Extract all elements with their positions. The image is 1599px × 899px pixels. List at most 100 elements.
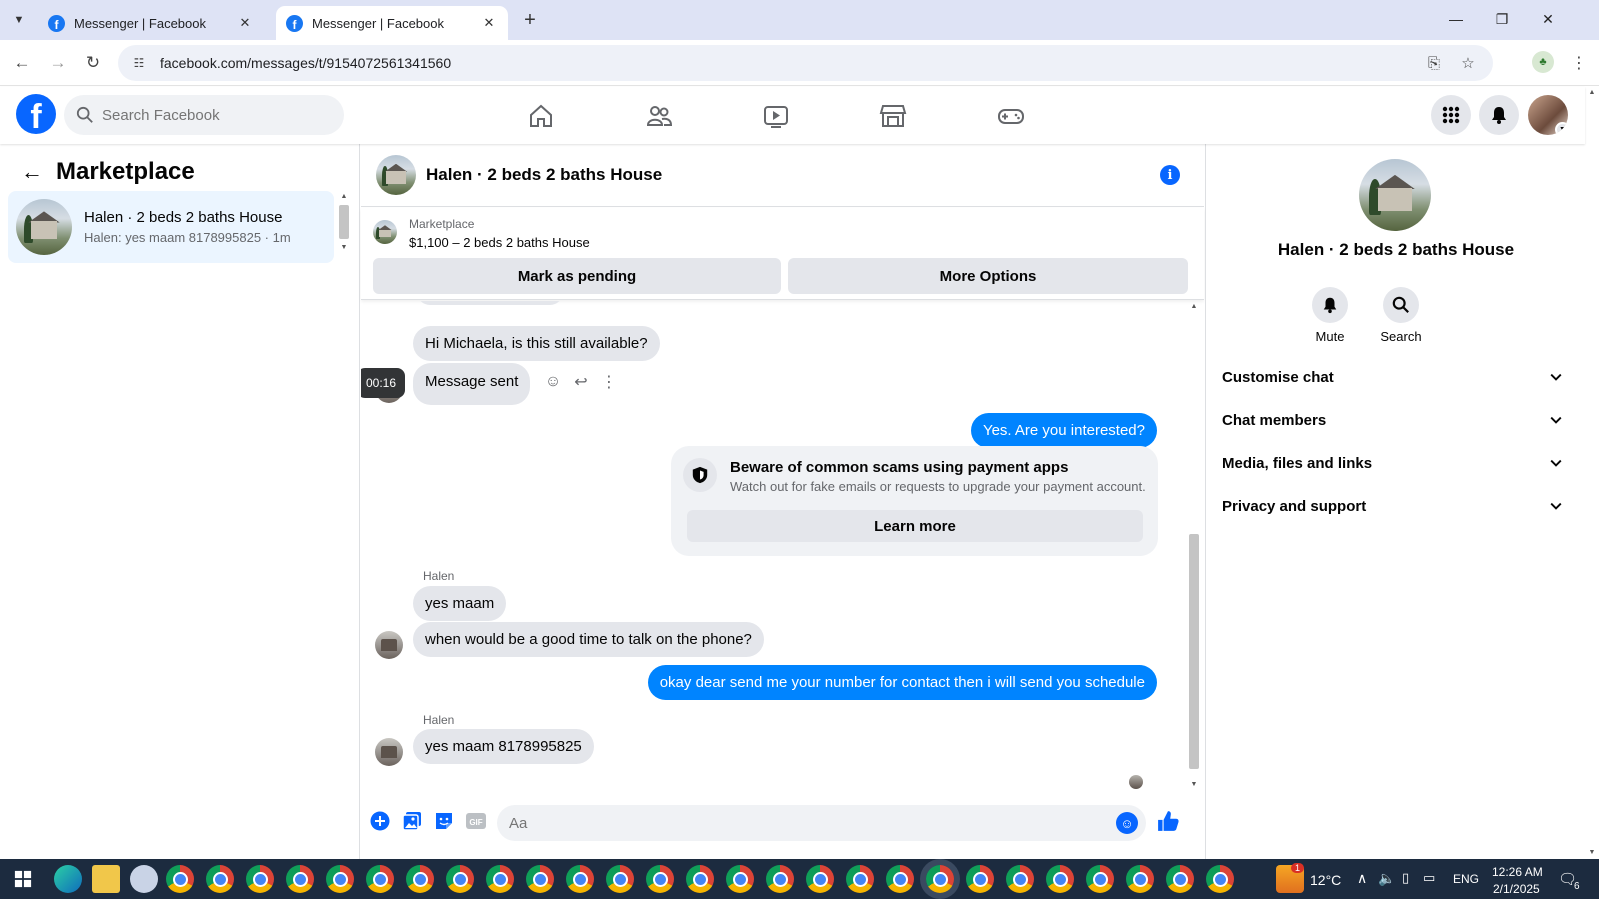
chrome-profile-icon[interactable] [326, 865, 354, 893]
chrome-profile-icon[interactable] [526, 865, 554, 893]
more-options-button[interactable]: More Options [788, 258, 1188, 294]
paint-icon[interactable] [130, 865, 158, 893]
conversations-scrollbar[interactable]: ▲ ▼ [338, 192, 350, 260]
mute-action[interactable]: Mute [1295, 287, 1365, 344]
notifications-button[interactable] [1479, 95, 1519, 135]
chrome-profile-icon[interactable] [606, 865, 634, 893]
nav-home[interactable] [485, 93, 597, 139]
chrome-profile-icon[interactable] [486, 865, 514, 893]
close-window-icon[interactable]: ✕ [1525, 0, 1571, 38]
clock-date[interactable]: 2/1/2025 [1493, 882, 1540, 896]
conversation-item[interactable]: Halen · 2 beds 2 baths House Halen: yes … [8, 191, 334, 263]
details-avatar[interactable] [1359, 159, 1431, 231]
photo-icon[interactable] [400, 809, 424, 833]
message-input[interactable] [509, 814, 1089, 832]
scroll-thumb[interactable] [1189, 534, 1199, 769]
chat-avatar[interactable] [376, 155, 416, 195]
browser-profile-avatar[interactable]: ♣ [1532, 51, 1554, 73]
add-plus-icon[interactable] [368, 809, 392, 833]
scroll-thumb[interactable] [339, 205, 349, 239]
emoji-icon[interactable]: ☺ [1116, 812, 1138, 834]
chrome-profile-icon[interactable] [846, 865, 874, 893]
volume-icon[interactable]: 🔈 [1378, 870, 1395, 887]
chrome-profile-icon[interactable] [566, 865, 594, 893]
scroll-up-icon[interactable]: ▲ [1585, 87, 1599, 99]
search-action[interactable]: Search [1366, 287, 1436, 344]
chrome-profile-icon[interactable] [1006, 865, 1034, 893]
facebook-logo-icon[interactable]: f [16, 94, 56, 134]
react-emoji-icon[interactable]: ☺ [539, 368, 567, 396]
menu-grid-button[interactable] [1431, 95, 1471, 135]
nav-friends[interactable] [603, 93, 715, 139]
scroll-down-icon[interactable]: ▼ [1187, 779, 1201, 791]
chrome-profile-icon[interactable] [446, 865, 474, 893]
reload-icon[interactable]: ↻ [80, 50, 106, 76]
chrome-profile-icon[interactable] [206, 865, 234, 893]
temperature-text[interactable]: 12°C [1310, 872, 1341, 888]
battery-icon[interactable]: ▯ [1402, 870, 1409, 886]
thumbs-up-icon[interactable] [1156, 809, 1180, 833]
network-icon[interactable]: ▭ [1423, 870, 1435, 886]
tray-chevron-up-icon[interactable]: ∧ [1357, 870, 1367, 887]
info-icon[interactable]: i [1160, 165, 1180, 185]
tab-search-chevron-icon[interactable]: ▼ [6, 8, 32, 32]
back-arrow-icon[interactable]: ← [9, 50, 35, 76]
scroll-down-icon[interactable]: ▼ [1585, 847, 1599, 859]
nav-gaming[interactable] [955, 93, 1067, 139]
bookmark-star-icon[interactable]: ☆ [1457, 52, 1479, 74]
facebook-search-box[interactable] [64, 95, 344, 135]
minimize-window-icon[interactable]: — [1433, 0, 1479, 38]
new-tab-plus-icon[interactable]: + [518, 8, 542, 32]
close-tab-icon[interactable]: ✕ [236, 14, 254, 32]
page-scrollbar[interactable]: ▲ ▼ [1585, 87, 1599, 859]
gif-icon[interactable]: GIF [464, 809, 488, 833]
facebook-search-input[interactable] [102, 106, 322, 124]
chrome-profile-icon[interactable] [1206, 865, 1234, 893]
chrome-profile-icon[interactable] [726, 865, 754, 893]
chrome-profile-icon[interactable] [766, 865, 794, 893]
chrome-profile-icon[interactable] [686, 865, 714, 893]
mark-as-pending-button[interactable]: Mark as pending [373, 258, 781, 294]
file-explorer-icon[interactable] [92, 865, 120, 893]
section-chat-members[interactable]: Chat members [1214, 400, 1574, 440]
scroll-up-icon[interactable]: ▲ [1187, 301, 1201, 313]
sticker-icon[interactable] [432, 809, 456, 833]
language-indicator[interactable]: ENG [1453, 872, 1479, 886]
section-customise-chat[interactable]: Customise chat [1214, 357, 1574, 397]
chrome-profile-icon[interactable] [246, 865, 274, 893]
more-kebab-icon[interactable]: ⋮ [595, 368, 623, 396]
browser-tab-1[interactable]: f Messenger | Facebook ✕ [38, 6, 264, 40]
close-tab-icon[interactable]: ✕ [480, 14, 498, 32]
scroll-up-icon[interactable]: ▲ [338, 192, 350, 201]
listing-price-title[interactable]: $1,100 – 2 beds 2 baths House [409, 235, 590, 250]
messages-scrollbar[interactable]: ▲ ▼ [1187, 301, 1201, 791]
scroll-down-icon[interactable]: ▼ [338, 243, 350, 252]
restore-window-icon[interactable]: ❐ [1479, 0, 1525, 38]
clock-time[interactable]: 12:26 AM [1492, 865, 1543, 879]
chrome-active-icon[interactable] [926, 865, 954, 893]
chat-title[interactable]: Halen · 2 beds 2 baths House [426, 165, 662, 185]
chrome-profile-icon[interactable] [806, 865, 834, 893]
chrome-profile-icon[interactable] [966, 865, 994, 893]
forward-arrow-icon[interactable]: → [45, 50, 71, 76]
chrome-profile-icon[interactable] [646, 865, 674, 893]
chrome-profile-icon[interactable] [886, 865, 914, 893]
reply-icon[interactable]: ↩ [567, 368, 595, 396]
listing-thumbnail[interactable] [373, 220, 397, 244]
chrome-profile-icon[interactable] [1166, 865, 1194, 893]
section-media-files-links[interactable]: Media, files and links [1214, 443, 1574, 483]
nav-marketplace[interactable] [837, 93, 949, 139]
learn-more-button[interactable]: Learn more [687, 510, 1143, 542]
chrome-profile-icon[interactable] [1086, 865, 1114, 893]
back-arrow-icon[interactable]: ← [16, 156, 48, 188]
url-text[interactable]: facebook.com/messages/t/9154072561341560 [160, 55, 451, 71]
chrome-icon[interactable] [166, 865, 194, 893]
install-app-icon[interactable]: ⎘ [1423, 52, 1445, 74]
chrome-profile-icon[interactable] [1126, 865, 1154, 893]
windows-start-icon[interactable] [9, 865, 37, 893]
browser-tab-2[interactable]: f Messenger | Facebook ✕ [276, 6, 508, 40]
chrome-profile-icon[interactable] [406, 865, 434, 893]
message-input-box[interactable]: ☺ [497, 805, 1146, 841]
site-info-tune-icon[interactable]: ☷ [128, 52, 150, 74]
chrome-profile-icon[interactable] [1046, 865, 1074, 893]
